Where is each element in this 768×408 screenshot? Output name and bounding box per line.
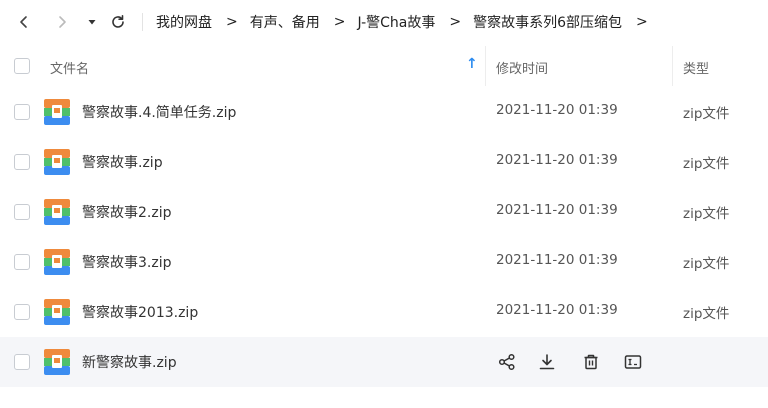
file-modified-time: 2021-11-20 01:39: [496, 202, 618, 218]
file-type: zip文件: [683, 256, 730, 272]
breadcrumb-separator: >: [333, 14, 346, 30]
column-header-modified[interactable]: 修改时间: [496, 58, 548, 77]
navigation-bar: 我的网盘 > 有声、备用 > J-警Cha故事 > 警察故事系列6部压缩包 >: [0, 0, 768, 44]
nav-divider: [142, 13, 143, 31]
back-button[interactable]: [12, 10, 36, 34]
delete-icon: [584, 354, 598, 370]
file-modified-time: 2021-11-20 01:39: [496, 252, 618, 268]
column-divider[interactable]: [485, 46, 486, 86]
download-button[interactable]: [535, 350, 559, 374]
zip-file-icon: [44, 249, 70, 275]
breadcrumb-separator: >: [449, 14, 462, 30]
row-checkbox[interactable]: [14, 254, 30, 270]
share-icon: [498, 353, 515, 371]
forward-button[interactable]: [50, 10, 74, 34]
file-row[interactable]: 警察故事3.zip 2021-11-20 01:39 zip文件: [0, 237, 768, 287]
breadcrumb-item-police-story[interactable]: J-警Cha故事: [357, 12, 435, 32]
file-type: zip文件: [683, 306, 730, 322]
file-row[interactable]: 警察故事.zip 2021-11-20 01:39 zip文件: [0, 137, 768, 187]
caret-down-icon: [88, 20, 96, 25]
breadcrumb-separator: >: [226, 14, 238, 30]
chevron-right-icon: [59, 16, 66, 28]
rename-icon: [624, 355, 642, 369]
file-name[interactable]: 警察故事3.zip: [82, 252, 171, 272]
row-checkbox[interactable]: [14, 154, 30, 170]
delete-button[interactable]: [579, 350, 603, 374]
chevron-left-icon: [20, 16, 27, 28]
breadcrumb: 我的网盘 > 有声、备用 > J-警Cha故事 > 警察故事系列6部压缩包 >: [156, 0, 660, 44]
select-all-checkbox[interactable]: [14, 58, 30, 74]
file-row[interactable]: 警察故事2013.zip 2021-11-20 01:39 zip文件: [0, 287, 768, 337]
file-name[interactable]: 警察故事.zip: [82, 152, 163, 172]
file-row[interactable]: 警察故事.4.简单任务.zip 2021-11-20 01:39 zip文件: [0, 87, 768, 137]
breadcrumb-item-current[interactable]: 警察故事系列6部压缩包: [473, 12, 622, 32]
file-name[interactable]: 警察故事.4.简单任务.zip: [82, 102, 236, 122]
file-type: zip文件: [683, 106, 730, 122]
zip-file-icon: [44, 199, 70, 225]
row-checkbox[interactable]: [14, 304, 30, 320]
rename-button[interactable]: [621, 350, 645, 374]
file-list-header: 文件名 ↑ 修改时间 类型: [0, 44, 768, 88]
file-row[interactable]: 警察故事2.zip 2021-11-20 01:39 zip文件: [0, 187, 768, 237]
zip-file-icon: [44, 99, 70, 125]
refresh-icon: [112, 15, 124, 28]
row-checkbox[interactable]: [14, 104, 30, 120]
column-header-name[interactable]: 文件名: [50, 58, 89, 77]
file-modified-time: 2021-11-20 01:39: [496, 302, 618, 318]
file-row-hovered[interactable]: 新警察故事.zip: [0, 337, 768, 387]
zip-file-icon: [44, 299, 70, 325]
row-checkbox[interactable]: [14, 354, 30, 370]
column-divider[interactable]: [672, 46, 673, 86]
zip-file-icon: [44, 349, 70, 375]
file-name[interactable]: 警察故事2013.zip: [82, 302, 198, 322]
share-button[interactable]: [495, 350, 519, 374]
file-type: zip文件: [683, 206, 730, 222]
zip-file-icon: [44, 149, 70, 175]
file-name[interactable]: 新警察故事.zip: [82, 352, 177, 372]
file-name[interactable]: 警察故事2.zip: [82, 202, 171, 222]
history-dropdown-button[interactable]: [80, 10, 104, 34]
sort-ascending-icon[interactable]: ↑: [466, 56, 478, 72]
refresh-button[interactable]: [106, 10, 130, 34]
download-icon: [539, 354, 555, 370]
file-modified-time: 2021-11-20 01:39: [496, 102, 618, 118]
row-checkbox[interactable]: [14, 204, 30, 220]
file-modified-time: 2021-11-20 01:39: [496, 152, 618, 168]
breadcrumb-item-root[interactable]: 我的网盘: [156, 12, 212, 32]
breadcrumb-item-backup[interactable]: 有声、备用: [250, 12, 320, 32]
breadcrumb-separator: >: [636, 14, 648, 30]
file-type: zip文件: [683, 156, 730, 172]
column-header-type[interactable]: 类型: [683, 58, 709, 77]
